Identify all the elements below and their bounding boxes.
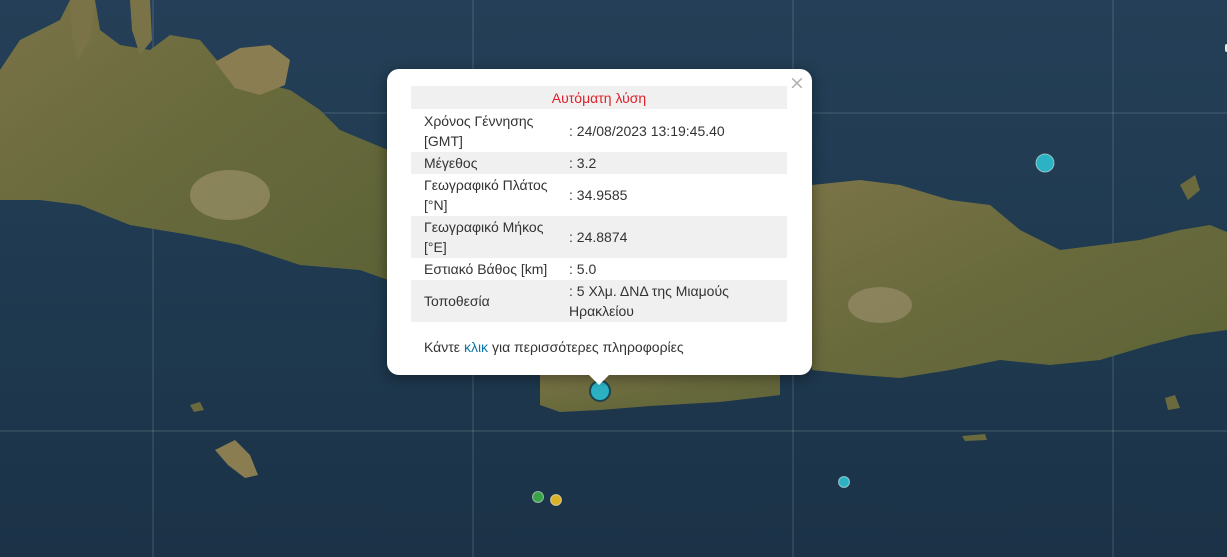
close-popup-button[interactable]: × <box>788 73 806 93</box>
quake-marker-south-yellow[interactable] <box>550 494 562 506</box>
quake-info-popup: × Αυτόματη λύση Χρόνος Γέννησης [GMT] : … <box>387 69 812 385</box>
row-location: Τοποθεσία : 5 Χλμ. ΔΝΔ της Μιαμούς Ηρακλ… <box>411 280 787 322</box>
popup-pointer <box>588 374 610 385</box>
value-depth: : 5.0 <box>569 261 597 277</box>
dikti-mountains <box>848 287 912 323</box>
value-latitude: : 34.9585 <box>569 187 628 203</box>
quake-marker-south-green[interactable] <box>532 491 544 503</box>
more-info-link[interactable]: κλικ <box>464 339 488 355</box>
more-suffix: για περισσότερες πληροφορίες <box>491 339 684 355</box>
quake-marker-southeast[interactable] <box>838 476 850 488</box>
row-longitude: Γεωγραφικό Μήκος [°E] : 24.8874 <box>411 216 787 258</box>
row-latitude: Γεωγραφικό Πλάτος [°N] : 34.9585 <box>411 174 787 216</box>
label-depth: Εστιακό Βάθος [km] <box>424 261 548 277</box>
more-info-line: Κάντε κλικ για περισσότερες πληροφορίες <box>424 337 684 357</box>
value-location: : 5 Χλμ. ΔΝΔ της Μιαμούς Ηρακλείου <box>569 283 729 319</box>
label-location: Τοποθεσία <box>424 293 490 309</box>
more-prefix: Κάντε <box>424 339 461 355</box>
value-origin-time: : 24/08/2023 13:19:45.40 <box>569 123 725 139</box>
value-longitude: : 24.8874 <box>569 229 628 245</box>
quake-marker-northeast[interactable] <box>1035 153 1055 173</box>
lefka-ori-mountains <box>190 170 270 220</box>
row-magnitude: Μέγεθος : 3.2 <box>411 152 787 174</box>
popup-title: Αυτόματη λύση <box>411 86 787 109</box>
value-magnitude: : 3.2 <box>569 155 597 171</box>
label-longitude: Γεωγραφικό Μήκος [°E] <box>424 219 544 255</box>
label-origin-time: Χρόνος Γέννησης [GMT] <box>424 113 534 149</box>
label-latitude: Γεωγραφικό Πλάτος [°N] <box>424 177 548 213</box>
label-magnitude: Μέγεθος <box>424 155 478 171</box>
row-origin-time: Χρόνος Γέννησης [GMT] : 24/08/2023 13:19… <box>411 110 787 152</box>
row-depth: Εστιακό Βάθος [km] : 5.0 <box>411 258 787 280</box>
quake-info-table: Χρόνος Γέννησης [GMT] : 24/08/2023 13:19… <box>411 110 787 322</box>
